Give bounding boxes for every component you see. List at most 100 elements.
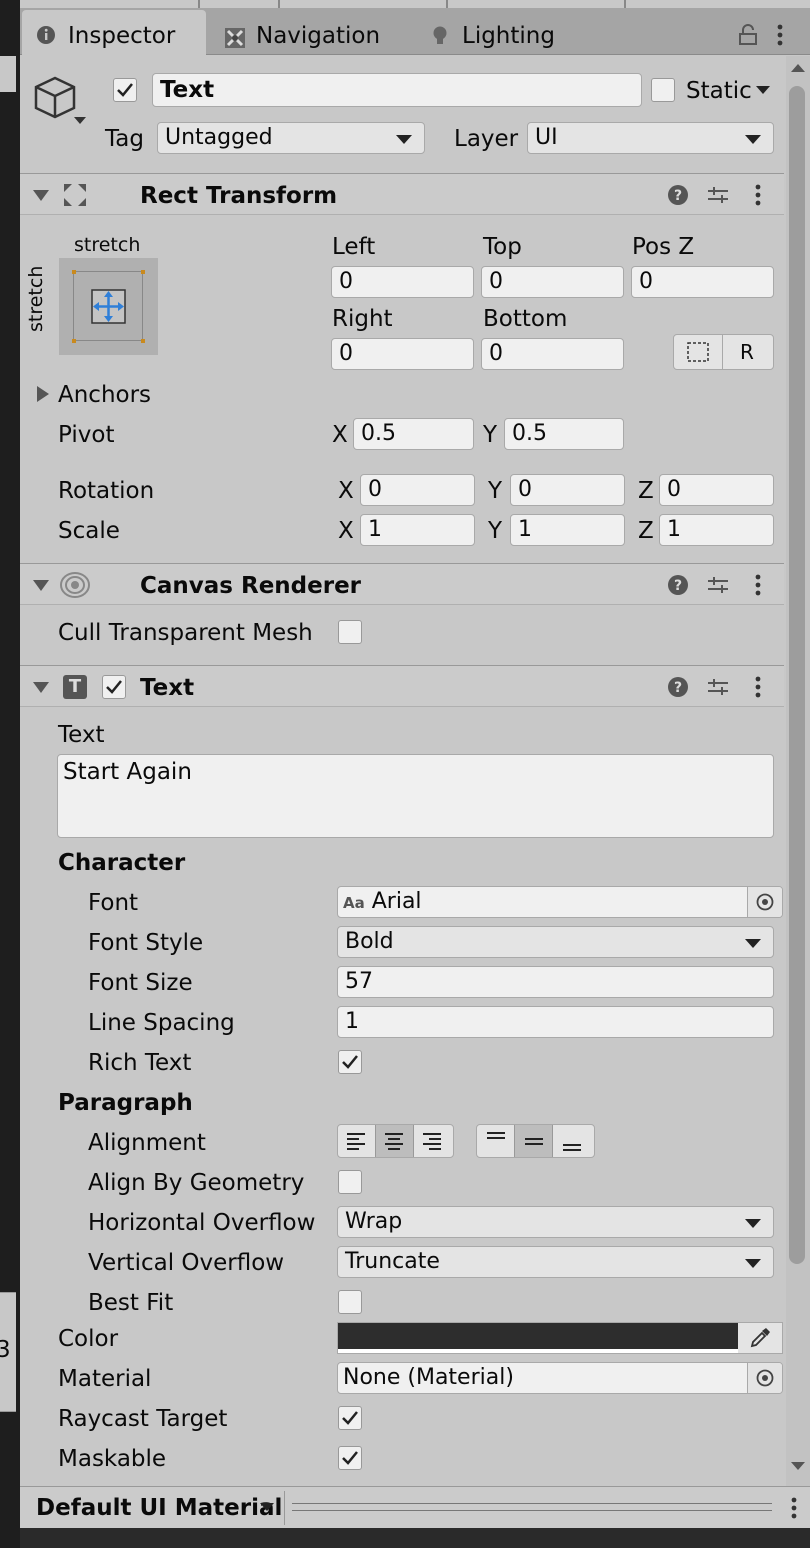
rect-transform-header[interactable]: Rect Transform ? xyxy=(20,173,784,215)
tab-lighting[interactable]: Lighting xyxy=(420,10,580,54)
blueprint-mode-button[interactable] xyxy=(673,334,723,370)
scale-z-field[interactable]: 1 xyxy=(659,514,774,546)
resize-handle[interactable] xyxy=(292,1503,772,1511)
text-component-header[interactable]: T Text ? xyxy=(20,665,784,707)
presets-icon[interactable] xyxy=(707,184,729,206)
footer-menu-icon[interactable] xyxy=(790,1497,798,1519)
foldout-arrow-icon[interactable] xyxy=(33,190,49,201)
font-style-label: Font Style xyxy=(88,930,204,956)
material-preview-bar[interactable]: Default UI Material xyxy=(20,1486,810,1528)
raycast-target-checkbox[interactable] xyxy=(338,1406,362,1430)
object-picker-icon[interactable] xyxy=(747,887,782,917)
scale-x-label: X xyxy=(338,518,354,544)
font-size-field[interactable]: 57 xyxy=(337,966,774,998)
scrollbar-down-arrow[interactable] xyxy=(791,1462,805,1470)
align-by-geometry-label: Align By Geometry xyxy=(88,1170,305,1196)
canvas-renderer-header[interactable]: Canvas Renderer ? xyxy=(20,563,784,605)
eyedropper-icon[interactable] xyxy=(749,1327,771,1349)
material-dropdown-arrow[interactable] xyxy=(260,1503,274,1511)
raw-edit-mode-button[interactable]: R xyxy=(722,334,774,370)
gameobject-cube-icon[interactable] xyxy=(34,76,88,126)
svg-text:?: ? xyxy=(674,578,682,594)
color-field[interactable] xyxy=(337,1322,783,1354)
align-top-button[interactable] xyxy=(477,1125,515,1157)
posz-field[interactable]: 0 xyxy=(631,266,774,298)
font-style-dropdown[interactable]: Bold xyxy=(337,926,774,958)
static-dropdown-arrow[interactable] xyxy=(756,86,770,94)
anchor-presets-button[interactable] xyxy=(59,258,158,355)
rich-text-checkbox[interactable] xyxy=(338,1050,362,1074)
help-icon[interactable]: ? xyxy=(667,184,689,206)
left-background-strip-top xyxy=(0,56,16,92)
scale-label: Scale xyxy=(58,518,120,544)
static-checkbox[interactable] xyxy=(651,78,675,102)
tab-navigation[interactable]: Navigation xyxy=(208,10,408,54)
vertical-overflow-dropdown[interactable]: Truncate xyxy=(337,1246,774,1278)
foldout-arrow-icon[interactable] xyxy=(33,580,49,591)
font-object-field[interactable]: Aa Arial xyxy=(337,886,783,918)
help-icon[interactable]: ? xyxy=(667,676,689,698)
line-spacing-field[interactable]: 1 xyxy=(337,1006,774,1038)
font-style-value: Bold xyxy=(345,929,394,954)
context-menu-icon[interactable] xyxy=(754,184,762,206)
horizontal-overflow-dropdown[interactable]: Wrap xyxy=(337,1206,774,1238)
pivot-x-field[interactable]: 0.5 xyxy=(353,418,474,450)
scale-x-field[interactable]: 1 xyxy=(360,514,475,546)
best-fit-checkbox[interactable] xyxy=(338,1290,362,1314)
context-menu-icon[interactable] xyxy=(754,574,762,596)
align-by-geometry-checkbox[interactable] xyxy=(338,1170,362,1194)
foldout-arrow-icon[interactable] xyxy=(33,682,49,693)
default-ui-material-label[interactable]: Default UI Material xyxy=(36,1497,282,1520)
gameobject-active-checkbox[interactable] xyxy=(113,78,137,102)
text-content-area[interactable]: Start Again xyxy=(57,754,774,838)
horizontal-overflow-value: Wrap xyxy=(345,1209,403,1234)
align-right-button[interactable] xyxy=(414,1125,452,1157)
layer-dropdown-value: UI xyxy=(535,125,558,150)
anchors-foldout-arrow-icon[interactable] xyxy=(37,386,49,402)
presets-icon[interactable] xyxy=(707,676,729,698)
material-object-field[interactable]: None (Material) xyxy=(337,1362,783,1394)
rotation-z-field[interactable]: 0 xyxy=(659,474,774,506)
align-middle-button[interactable] xyxy=(515,1125,553,1157)
chevron-down-icon xyxy=(745,1259,761,1268)
scrollbar-up-arrow[interactable] xyxy=(791,64,805,72)
text-component-enabled-checkbox[interactable] xyxy=(102,675,126,699)
pivot-y-field[interactable]: 0.5 xyxy=(504,418,624,450)
right-field[interactable]: 0 xyxy=(331,338,474,370)
scale-y-field[interactable]: 1 xyxy=(510,514,625,546)
gameobject-name-field[interactable]: Text xyxy=(152,73,642,107)
tag-dropdown[interactable]: Untagged xyxy=(157,122,425,154)
tab-inspector[interactable]: Inspector xyxy=(22,10,206,55)
left-field[interactable]: 0 xyxy=(331,266,474,298)
top-field[interactable]: 0 xyxy=(481,266,624,298)
left-label: Left xyxy=(332,234,376,260)
cull-transparent-mesh-checkbox[interactable] xyxy=(338,620,362,644)
navigation-icon xyxy=(225,28,245,48)
align-bottom-button[interactable] xyxy=(553,1125,591,1157)
help-icon[interactable]: ? xyxy=(667,574,689,596)
chevron-down-icon xyxy=(745,939,761,948)
object-picker-icon[interactable] xyxy=(747,1363,782,1393)
text-content-value: Start Again xyxy=(63,759,192,785)
rich-text-label: Rich Text xyxy=(88,1050,192,1076)
font-label: Font xyxy=(88,890,139,916)
scrollbar-thumb[interactable] xyxy=(789,86,805,1264)
vertical-overflow-value: Truncate xyxy=(345,1249,440,1274)
align-left-button[interactable] xyxy=(338,1125,376,1157)
maskable-checkbox[interactable] xyxy=(338,1446,362,1470)
canvas-renderer-icon xyxy=(60,572,90,598)
lock-icon[interactable] xyxy=(738,24,758,46)
presets-icon[interactable] xyxy=(707,574,729,596)
rotation-y-field[interactable]: 0 xyxy=(510,474,625,506)
bottom-field[interactable]: 0 xyxy=(481,338,624,370)
tab-menu-icon[interactable] xyxy=(776,24,784,46)
color-swatch[interactable] xyxy=(338,1323,738,1349)
context-menu-icon[interactable] xyxy=(754,676,762,698)
align-center-button[interactable] xyxy=(376,1125,414,1157)
rotation-x-field[interactable]: 0 xyxy=(360,474,475,506)
layer-dropdown[interactable]: UI xyxy=(527,122,774,154)
tag-dropdown-value: Untagged xyxy=(165,125,273,150)
anchors-label[interactable]: Anchors xyxy=(58,384,151,407)
scrollbar[interactable] xyxy=(786,56,810,1486)
static-label[interactable]: Static xyxy=(686,80,752,103)
